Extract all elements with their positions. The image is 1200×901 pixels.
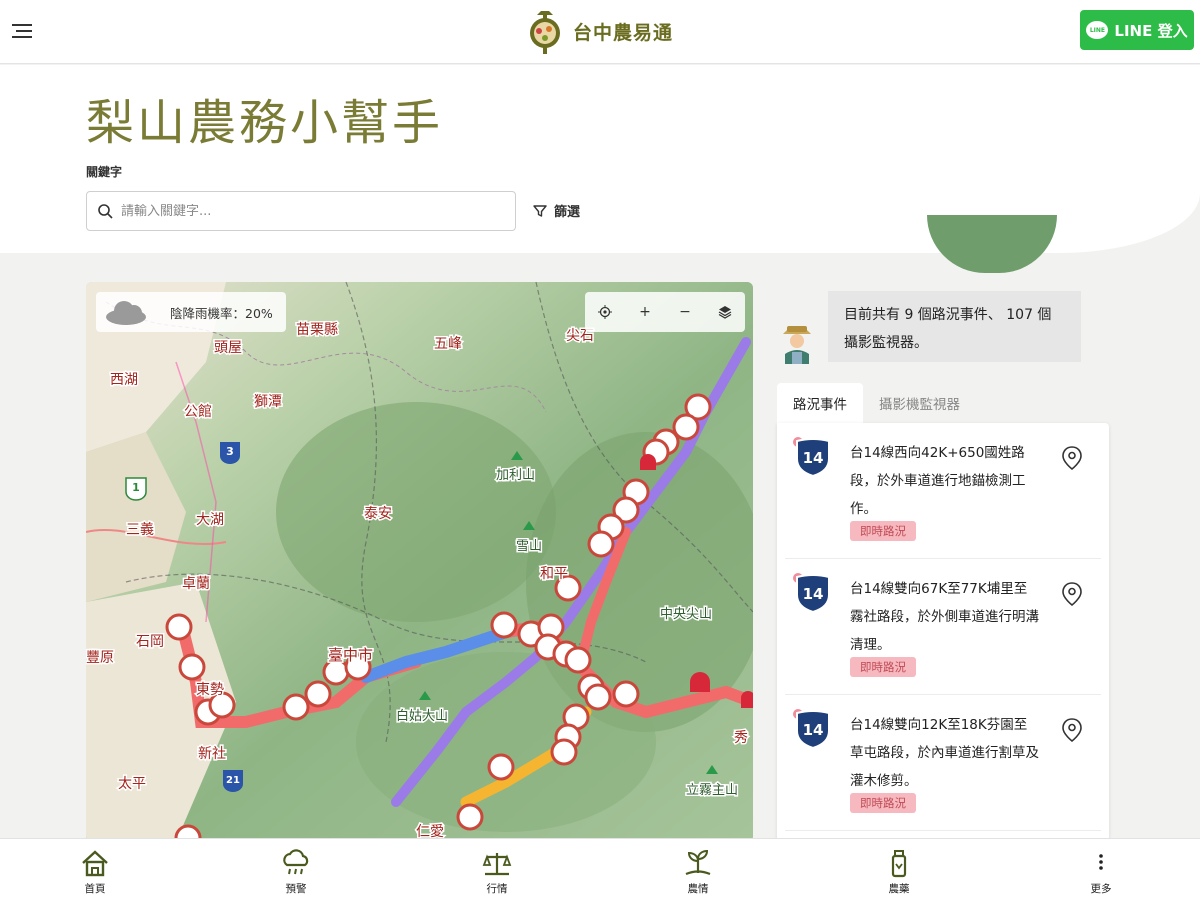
farmer-avatar-icon — [783, 326, 811, 364]
tab-road-events[interactable]: 路況事件 — [777, 383, 863, 423]
map-label: 加利山 — [496, 468, 535, 483]
rain-probability-text: 陰降雨機率：20% — [170, 305, 273, 321]
map-label: 新社 — [198, 746, 226, 762]
layers-icon[interactable] — [711, 298, 739, 326]
route-shield-label: 3 — [226, 445, 234, 458]
map-canvas[interactable]: 3 1 21 苗栗縣 頭屋 五峰 尖石 西湖 獅潭 公館 加利山 泰安 大湖 三… — [86, 282, 753, 842]
nav-label: 更多 — [1090, 883, 1112, 895]
route-shield-label: 21 — [226, 775, 240, 786]
map-label: 立霧主山 — [686, 783, 738, 798]
nav-crop[interactable]: 農情 — [668, 847, 728, 896]
brand-name: 台中農易通 — [573, 21, 674, 44]
status-badge: 即時路況 — [850, 521, 916, 541]
nav-more[interactable]: 更多 — [1071, 847, 1131, 896]
keyword-label: 關鍵字 — [86, 165, 123, 179]
map-label: 豐原 — [86, 650, 114, 666]
map-label: 和平 — [540, 566, 568, 582]
zoom-out-icon[interactable]: − — [671, 298, 699, 326]
map-label: 三義 — [126, 521, 154, 538]
shield-number: 14 — [803, 585, 824, 603]
nav-label: 首頁 — [84, 883, 106, 895]
rain-probability-box: 陰降雨機率：20% — [96, 292, 286, 332]
filter-label: 篩選 — [554, 205, 581, 220]
map-label: 卓蘭 — [182, 576, 210, 592]
event-description: 台14線西向42K+650國姓路段，於外車道進行地錨檢測工作。 — [850, 445, 1026, 517]
nav-label: 農藥 — [888, 883, 910, 895]
list-item[interactable]: 14 台14線雙向67K至77K埔里至霧社路段，於外側車道進行明溝清理。 即時路… — [785, 559, 1101, 695]
info-tabs: 路況事件 攝影機監視器 — [777, 383, 976, 423]
crop-info-icon — [685, 849, 711, 876]
location-pin-icon[interactable] — [1061, 445, 1083, 471]
zoom-in-icon[interactable]: + — [631, 298, 659, 326]
map-label: 中央尖山 — [660, 607, 712, 622]
cloud-icon — [106, 299, 150, 325]
nav-label: 行情 — [486, 883, 508, 895]
nav-home[interactable]: 首頁 — [65, 847, 125, 896]
status-badge: 即時路況 — [850, 793, 916, 813]
top-header: 台中農易通 LINE LINE 登入 — [0, 0, 1200, 64]
map-label: 大湖 — [196, 512, 224, 528]
line-login-button[interactable]: LINE LINE 登入 — [1080, 10, 1194, 50]
nav-label: 預警 — [285, 883, 307, 895]
page-title: 梨山農務小幫手 — [86, 95, 444, 151]
nav-pesticide[interactable]: 農藥 — [869, 847, 929, 896]
tab-cctv[interactable]: 攝影機監視器 — [863, 383, 976, 423]
pesticide-icon — [891, 850, 907, 878]
location-pin-icon[interactable] — [1061, 717, 1083, 743]
map-view[interactable]: 3 1 21 苗栗縣 頭屋 五峰 尖石 西湖 獅潭 公館 加利山 泰安 大湖 三… — [86, 282, 753, 842]
map-label: 臺中市 — [328, 646, 373, 664]
summary-bubble: 目前共有 9 個路況事件、 107 個攝影監視器。 — [828, 291, 1081, 362]
nav-label: 農情 — [687, 883, 709, 895]
list-item[interactable]: 14 台14線西向42K+650國姓路段，於外車道進行地錨檢測工作。 即時路況 — [785, 423, 1101, 559]
map-label: 白姑大山 — [396, 708, 448, 724]
brand-logo-icon — [530, 11, 560, 54]
weather-alert-icon — [283, 849, 309, 875]
map-label: 太平 — [118, 776, 146, 792]
location-pin-icon[interactable] — [1061, 581, 1083, 607]
map-label: 獅潭 — [254, 393, 282, 410]
map-label: 泰安 — [364, 506, 392, 522]
nav-alert[interactable]: 預警 — [266, 847, 326, 896]
map-label: 東勢 — [196, 682, 224, 698]
filter-button[interactable]: 篩選 — [532, 201, 580, 220]
search-box[interactable] — [86, 191, 516, 231]
map-label: 五峰 — [434, 336, 462, 352]
decorative-blob — [927, 215, 1057, 273]
map-label: 秀 — [734, 730, 748, 746]
highway-shield-icon: 14 — [796, 575, 830, 613]
route-shield-label: 1 — [132, 481, 140, 494]
map-label: 公館 — [184, 403, 212, 420]
map-toolbar: + − — [585, 292, 745, 332]
more-icon — [1099, 854, 1103, 870]
market-price-icon — [482, 853, 512, 876]
locate-icon[interactable] — [591, 298, 619, 326]
map-label: 石岡 — [136, 634, 164, 650]
shield-number: 14 — [803, 449, 824, 467]
search-icon — [87, 192, 121, 230]
status-badge: 即時路況 — [850, 657, 916, 677]
event-list: 14 台14線西向42K+650國姓路段，於外車道進行地錨檢測工作。 即時路況 … — [777, 423, 1109, 843]
line-login-label: LINE 登入 — [1114, 21, 1188, 40]
highway-shield-icon: 14 — [796, 439, 830, 477]
nav-market[interactable]: 行情 — [467, 847, 527, 896]
map-label: 雪山 — [516, 539, 542, 554]
bottom-nav: 首頁 預警 行情 農情 農藥 更多 — [0, 838, 1200, 901]
search-input[interactable] — [121, 203, 515, 219]
event-description: 台14線雙向12K至18K芬園至草屯路段，於內車道進行割草及灌木修剪。 — [850, 717, 1039, 789]
event-description: 台14線雙向67K至77K埔里至霧社路段，於外側車道進行明溝清理。 — [850, 581, 1039, 653]
map-label: 西湖 — [110, 372, 138, 388]
home-icon — [82, 850, 108, 877]
map-label: 苗栗縣 — [296, 322, 338, 338]
filter-icon — [533, 204, 547, 217]
highway-shield-icon: 14 — [796, 711, 830, 749]
list-item[interactable]: 14 台14線雙向12K至18K芬園至草屯路段，於內車道進行割草及灌木修剪。 即… — [785, 695, 1101, 831]
shield-number: 14 — [803, 721, 824, 739]
map-label: 頭屋 — [214, 340, 242, 356]
brand[interactable]: 台中農易通 — [525, 6, 673, 56]
hamburger-menu-icon[interactable] — [12, 24, 32, 38]
line-icon: LINE — [1086, 21, 1109, 39]
